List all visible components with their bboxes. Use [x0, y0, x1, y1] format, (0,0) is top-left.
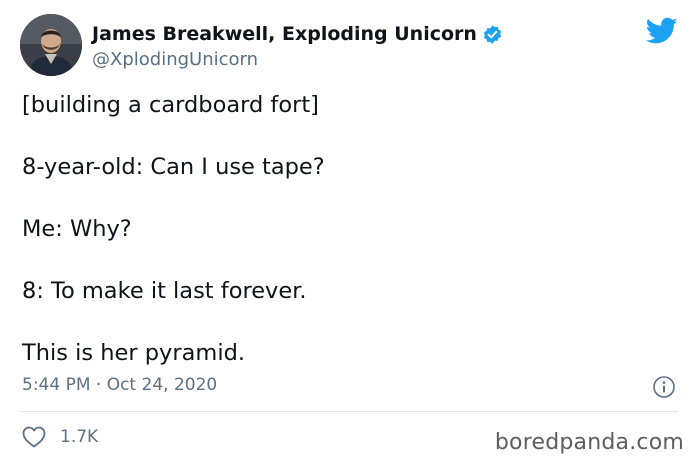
tweet-paragraph: [building a cardboard fort]	[22, 92, 319, 118]
tweet-paragraph: This is her pyramid.	[22, 340, 246, 366]
tweet-paragraph: Me: Why?	[22, 216, 132, 242]
tweet-text: [building a cardboard fort] 8-year-old: …	[22, 92, 672, 366]
watermark: boredpanda.com	[494, 430, 684, 455]
like-count: 1.7K	[60, 427, 99, 447]
author-display-name[interactable]: James Breakwell, Exploding Unicorn	[92, 23, 477, 45]
heart-icon[interactable]	[22, 426, 46, 448]
tweet-paragraph: 8-year-old: Can I use tape?	[22, 154, 325, 180]
author-handle[interactable]: @XplodingUnicorn	[92, 49, 503, 70]
avatar[interactable]	[20, 14, 82, 76]
tweet-timestamp[interactable]: 5:44 PM · Oct 24, 2020	[22, 375, 217, 395]
avatar-photo	[20, 14, 82, 76]
tweet-card: James Breakwell, Exploding Unicorn @Xplo…	[0, 0, 700, 467]
like-button[interactable]: 1.7K	[22, 426, 98, 448]
author-name-row: James Breakwell, Exploding Unicorn	[92, 22, 503, 46]
info-icon[interactable]	[652, 375, 676, 399]
tweet-paragraph: 8: To make it last forever.	[22, 278, 307, 304]
verified-badge-icon	[482, 24, 503, 45]
twitter-bird-icon[interactable]	[645, 17, 678, 45]
divider	[20, 411, 678, 412]
author-block[interactable]: James Breakwell, Exploding Unicorn @Xplo…	[92, 22, 503, 70]
